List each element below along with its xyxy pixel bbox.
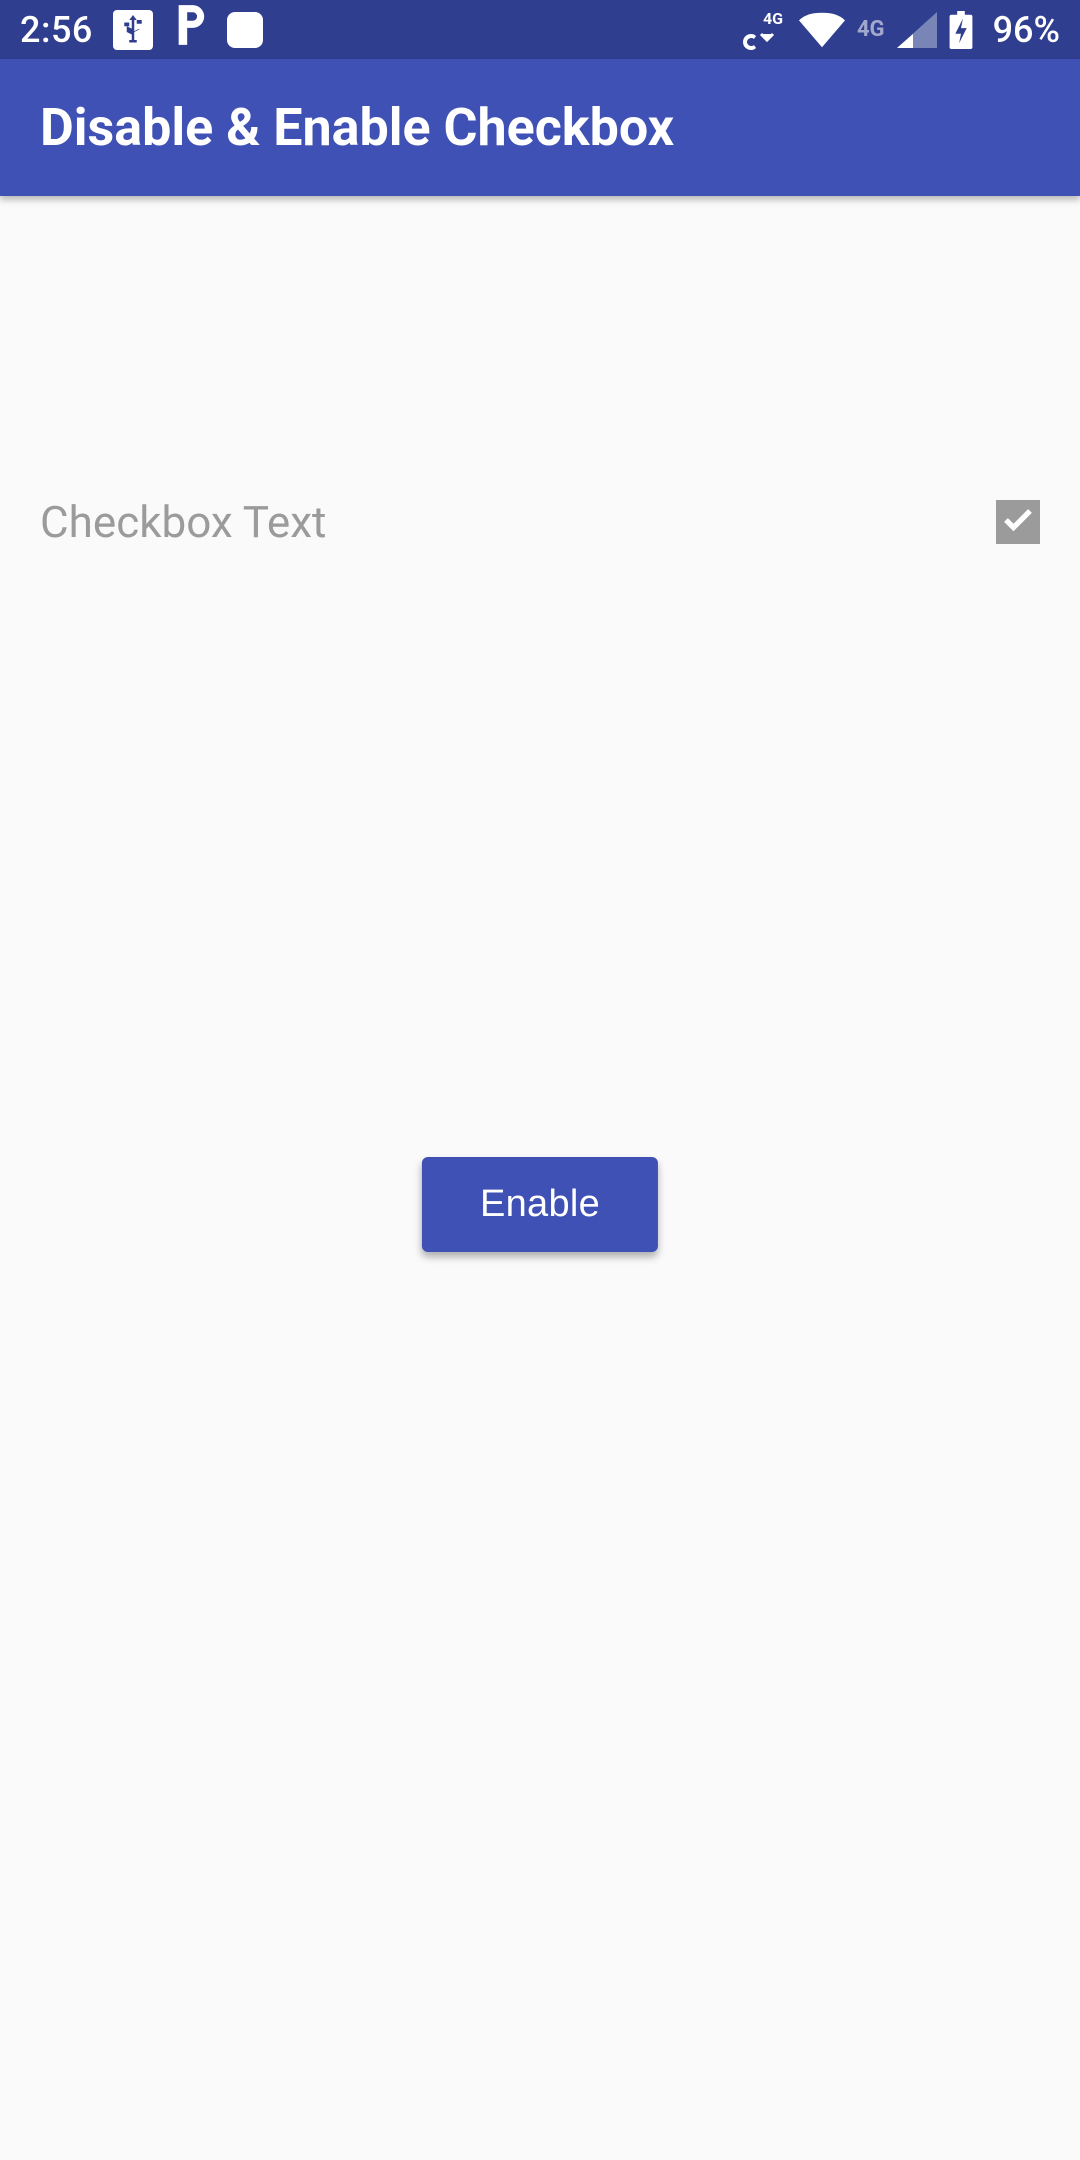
enable-button-label: Enable xyxy=(480,1183,600,1225)
checkbox-row: Checkbox Text xyxy=(40,496,1040,548)
page-title: Disable & Enable Checkbox xyxy=(40,97,674,158)
status-left: 2:56 xyxy=(20,5,263,54)
enable-button[interactable]: Enable xyxy=(422,1157,658,1252)
app-bar: Disable & Enable Checkbox xyxy=(0,59,1080,196)
usb-icon xyxy=(113,10,153,50)
wifi-icon xyxy=(799,12,845,48)
p-icon xyxy=(173,5,207,54)
battery-charging-icon xyxy=(949,11,973,49)
signal-icon xyxy=(897,12,937,48)
svg-text:4G: 4G xyxy=(763,10,783,28)
square-icon xyxy=(227,12,263,48)
check-icon xyxy=(1000,502,1036,542)
status-time: 2:56 xyxy=(20,9,93,51)
status-right: 4G 4G 96% xyxy=(743,9,1060,51)
phone-4g-icon: 4G xyxy=(743,10,787,50)
checkbox-disabled-checked xyxy=(996,500,1040,544)
network-4g-label: 4G xyxy=(857,17,885,42)
status-bar: 2:56 4G 4G 96% xyxy=(0,0,1080,59)
main-content: Checkbox Text Enable xyxy=(0,196,1080,2160)
checkbox-label: Checkbox Text xyxy=(40,496,326,548)
battery-percentage: 96% xyxy=(993,9,1060,51)
